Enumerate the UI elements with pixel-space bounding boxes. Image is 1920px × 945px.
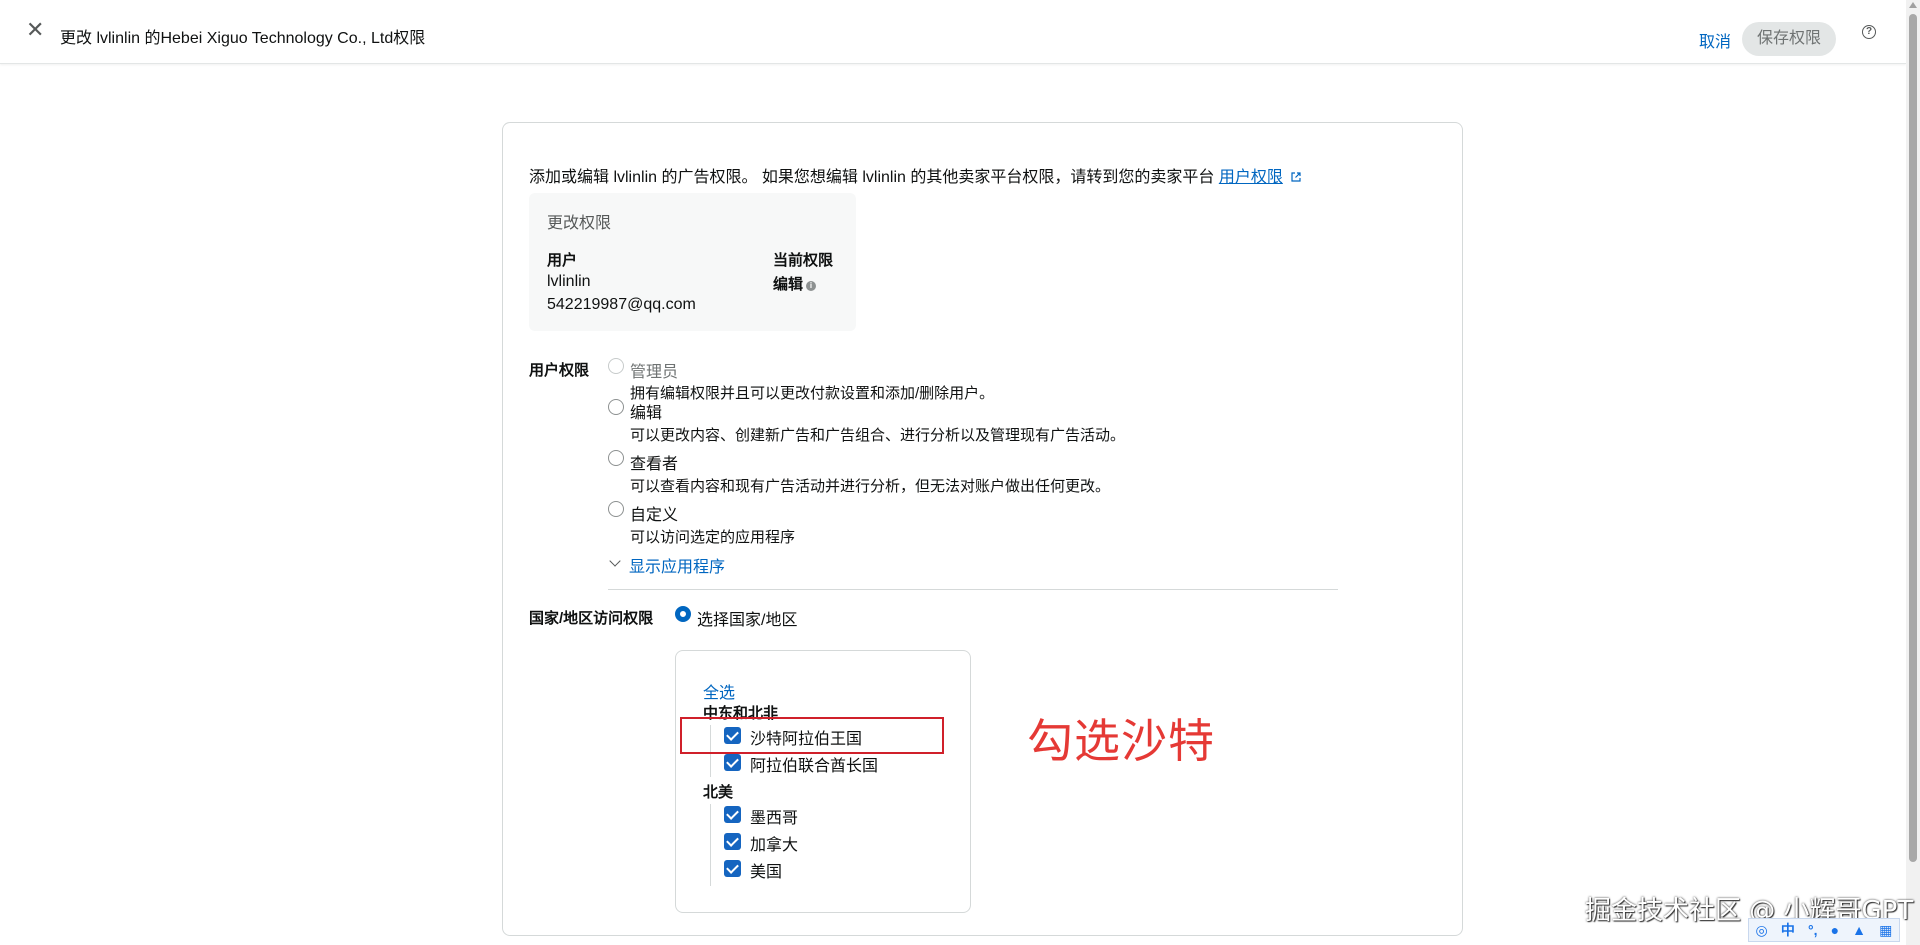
highlight-rectangle [680,717,944,754]
country-uae: 阿拉伯联合酋长国 [750,758,879,775]
ime-language[interactable]: 中 [1781,920,1795,940]
option-editor-title: 编辑 [630,405,663,422]
user-permissions-link[interactable]: 用户权限 [1219,169,1283,186]
option-custom-title: 自定义 [630,507,679,524]
checkbox-mexico[interactable] [724,806,741,823]
page-title: 更改 lvlinlin 的Hebei Xiguo Technology Co.,… [60,30,426,47]
checkbox-usa[interactable] [724,860,741,877]
radio-admin[interactable] [608,358,624,374]
intro-sentence: 添加或编辑 lvlinlin 的广告权限。 如果您想编辑 lvlinlin 的其… [529,169,1215,186]
select-all-link[interactable]: 全选 [703,679,735,703]
current-permission-label: 当前权限 [773,252,834,269]
help-icon[interactable]: ? [1862,25,1876,39]
user-email: 542219987@qq.com [547,296,696,313]
ime-logo-icon[interactable]: ◎ [1756,922,1768,939]
radio-custom[interactable] [608,501,624,517]
scroll-up-arrow-icon[interactable] [1909,2,1917,8]
country-list-box: 全选 中东和北非 沙特阿拉伯王国 阿拉伯联合酋长国 北美 墨西哥 加拿大 美国 [675,650,971,913]
chevron-down-icon[interactable] [609,555,621,567]
user-permissions-label: 用户权限 [529,362,590,379]
radio-editor[interactable] [608,399,624,415]
scrollbar[interactable] [1906,0,1920,945]
scroll-thumb[interactable] [1909,14,1917,862]
radio-select-countries[interactable] [675,606,691,622]
option-viewer-desc: 可以查看内容和现有广告活动并进行分析，但无法对账户做出任何更改。 [630,478,1111,495]
checkbox-canada[interactable] [724,833,741,850]
save-permissions-button[interactable]: 保存权限 [1742,22,1836,56]
external-link-icon [1291,172,1301,182]
option-admin-desc: 拥有编辑权限并且可以更改付款设置和添加/删除用户。 [630,385,995,402]
close-icon[interactable]: ✕ [26,18,44,42]
change-permissions-box: 更改权限 用户 当前权限 lvlinlin 542219987@qq.com 编… [529,193,856,331]
username: lvlinlin [547,273,591,290]
permissions-card: 添加或编辑 lvlinlin 的广告权限。 如果您想编辑 lvlinlin 的其… [502,122,1463,936]
country-mexico: 墨西哥 [750,810,799,827]
annotation-text: 勾选沙特 [1027,714,1215,768]
top-bar: ✕ 更改 lvlinlin 的Hebei Xiguo Technology Co… [0,0,1906,64]
current-permission-text: 编辑 [773,276,804,293]
select-countries-option: 选择国家/地区 [697,612,798,629]
user-icon[interactable]: ▲ [1852,922,1866,938]
region-north-america: 北美 [703,784,734,801]
intro-text: 添加或编辑 lvlinlin 的广告权限。 如果您想编辑 lvlinlin 的其… [529,163,1301,187]
perm-box-header: 更改权限 [547,215,612,232]
user-column-label: 用户 [547,252,578,269]
ime-punctuation-icon[interactable]: °, [1808,922,1818,938]
radio-viewer[interactable] [608,450,624,466]
show-apps-link[interactable]: 显示应用程序 [629,553,725,577]
country-usa: 美国 [750,864,783,881]
divider [608,589,1338,590]
option-viewer-title: 查看者 [630,456,679,473]
current-permission-value: 编辑 i [773,273,817,294]
microphone-icon[interactable]: ● [1831,922,1839,938]
cancel-button[interactable]: 取消 [1699,28,1731,52]
grid-icon[interactable]: ▦ [1879,922,1892,939]
ime-toolbar[interactable]: ◎ 中 °, ● ▲ ▦ [1748,918,1900,942]
tree-line [710,804,711,886]
option-editor-desc: 可以更改内容、创建新广告和广告组合、进行分析以及管理现有广告活动。 [630,427,1126,444]
info-icon[interactable]: i [806,281,817,291]
country-access-label: 国家/地区访问权限 [529,610,654,627]
checkbox-uae[interactable] [724,754,741,771]
option-custom-desc: 可以访问选定的应用程序 [630,529,796,546]
country-canada: 加拿大 [750,837,799,854]
option-admin-title: 管理员 [630,364,679,381]
